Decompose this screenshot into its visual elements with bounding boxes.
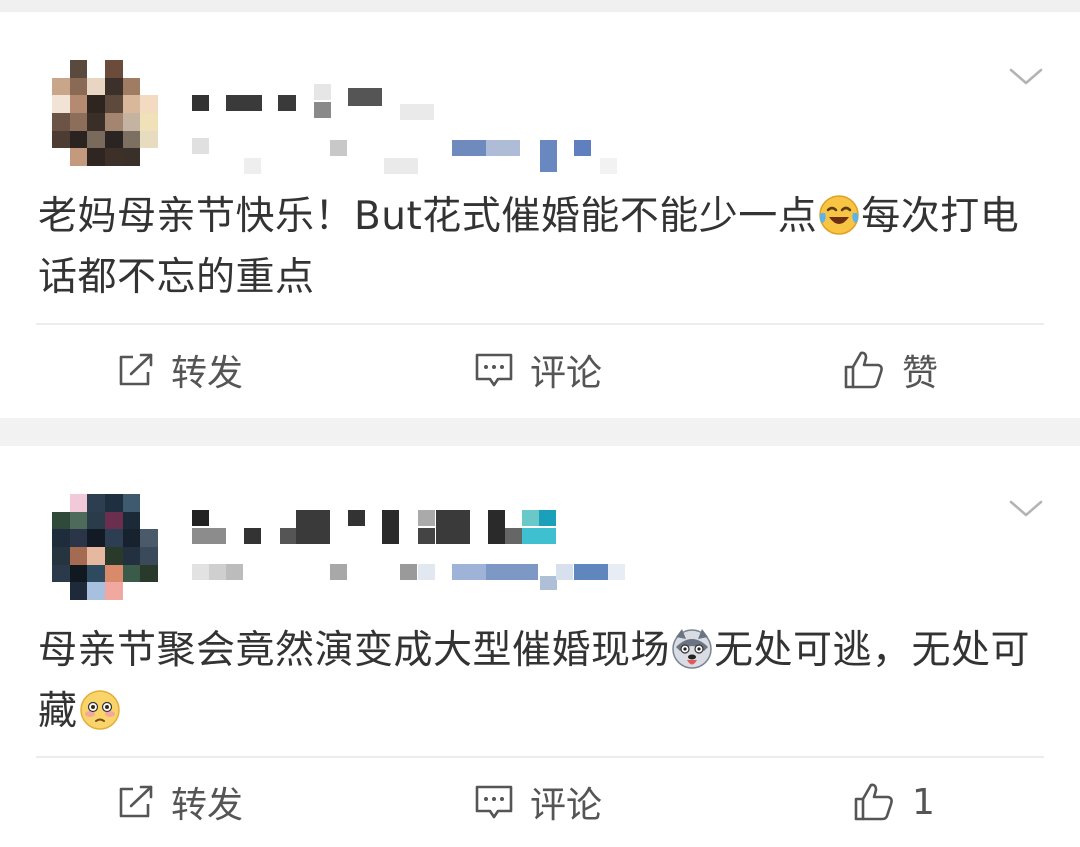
username-mosaic (192, 95, 209, 111)
crying-laughing-emoji (819, 195, 860, 235)
thumbs-up-icon (854, 783, 893, 821)
comment-icon (475, 353, 513, 387)
chevron-down-icon[interactable] (1008, 66, 1044, 88)
repost-icon (119, 785, 153, 818)
thumbs-up-icon (844, 351, 883, 389)
flushed-face-emoji (79, 690, 120, 730)
repost-button[interactable]: 转发 (117, 772, 243, 832)
chevron-down-icon[interactable] (1008, 498, 1044, 520)
post-card-1: 老妈母亲节快乐！But花式催婚能不能少一点 每次打电话都不忘的重点 转发 评论 (0, 12, 1080, 418)
repost-icon (119, 353, 153, 386)
repost-label: 转发 (171, 785, 244, 826)
post-text-part: 老妈母亲节快乐！But花式催婚能不能少一点 (38, 194, 818, 239)
post-text-part: 母亲节聚会竟然演变成大型催婚现场 (38, 628, 671, 673)
username-mosaic (192, 510, 209, 526)
comment-button[interactable]: 评论 (474, 772, 602, 832)
post-card-2: 母亲节聚会竟然演变成大型催婚现场 无处可逃，无处可藏 转发 评论 1 (0, 446, 1080, 847)
avatar[interactable] (52, 494, 158, 600)
comment-label: 评论 (530, 785, 603, 826)
repost-label: 转发 (171, 353, 244, 394)
top-separator (0, 0, 1080, 12)
divider (36, 756, 1044, 758)
like-label: 赞 (902, 353, 939, 394)
post-text: 老妈母亲节快乐！But花式催婚能不能少一点 每次打电话都不忘的重点 (38, 186, 1048, 308)
repost-button[interactable]: 转发 (117, 340, 243, 400)
like-count: 1 (912, 781, 935, 823)
comment-icon (475, 785, 513, 819)
like-button[interactable]: 1 (852, 772, 935, 832)
comment-label: 评论 (530, 353, 603, 394)
husky-dog-emoji (672, 629, 712, 669)
comment-button[interactable]: 评论 (474, 340, 602, 400)
divider (36, 323, 1044, 325)
meta-mosaic (192, 564, 209, 580)
post-text: 母亲节聚会竟然演变成大型催婚现场 无处可逃，无处可藏 (38, 620, 1048, 742)
meta-mosaic (192, 138, 209, 154)
like-button[interactable]: 赞 (842, 340, 938, 400)
avatar[interactable] (52, 60, 158, 166)
